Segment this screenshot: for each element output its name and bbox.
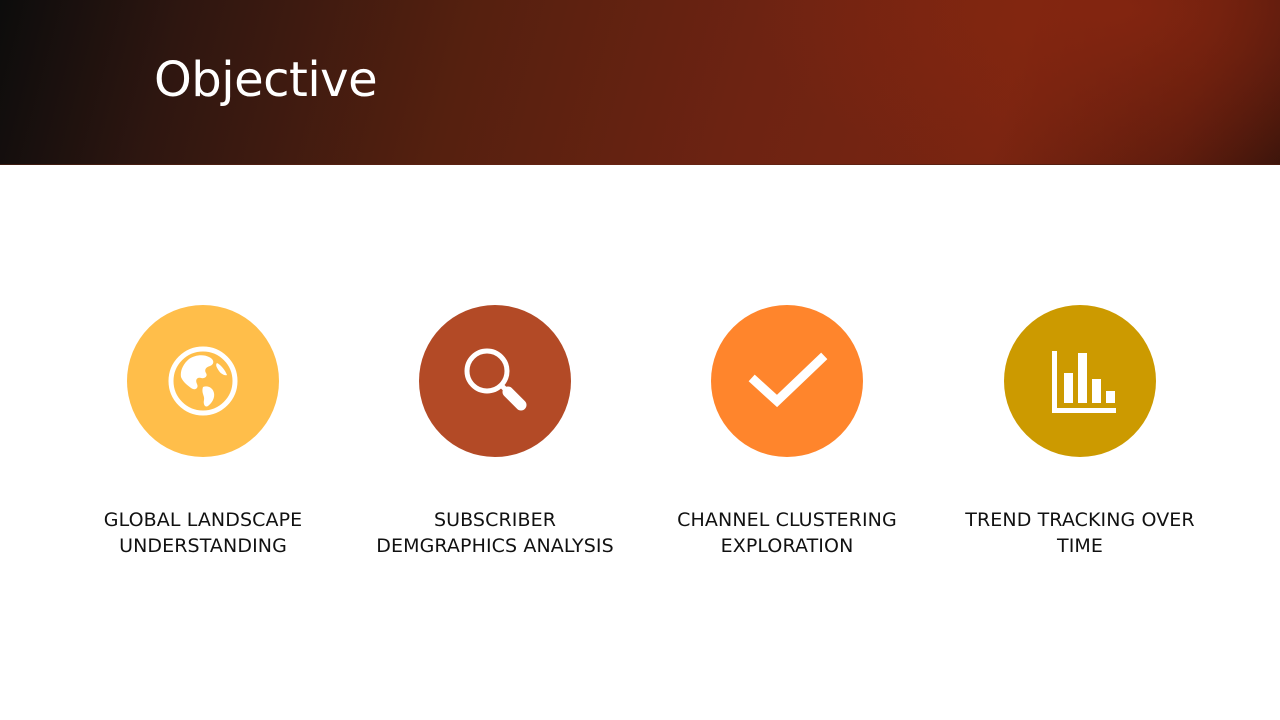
objective-label: SUBSCRIBER DEMGRAPHICS ANALYSIS [376, 509, 614, 557]
slide: Objective GLOBAL LANDSCAPE UNDERSTANDING [0, 0, 1280, 720]
objective-circle [1004, 305, 1156, 457]
objective-circle [127, 305, 279, 457]
objective-subscriber-demographics: SUBSCRIBER DEMGRAPHICS ANALYSIS [365, 305, 625, 559]
objective-label: GLOBAL LANDSCAPE UNDERSTANDING [103, 509, 303, 557]
objective-label: TREND TRACKING OVER TIME [965, 509, 1195, 557]
objective-label: CHANNEL CLUSTERING EXPLORATION [677, 509, 897, 557]
bar-chart-icon [1052, 351, 1116, 413]
slide-title: Objective [154, 52, 378, 108]
objective-circle [419, 305, 571, 457]
objective-channel-clustering: CHANNEL CLUSTERING EXPLORATION [657, 305, 917, 559]
objective-global-landscape: GLOBAL LANDSCAPE UNDERSTANDING [73, 305, 333, 559]
objective-trend-tracking: TREND TRACKING OVER TIME [950, 305, 1210, 559]
header-divider [0, 164, 1280, 165]
checkmark-icon [748, 352, 828, 408]
magnifier-icon [464, 348, 527, 411]
objective-circle [711, 305, 863, 457]
globe-icon [168, 346, 238, 416]
